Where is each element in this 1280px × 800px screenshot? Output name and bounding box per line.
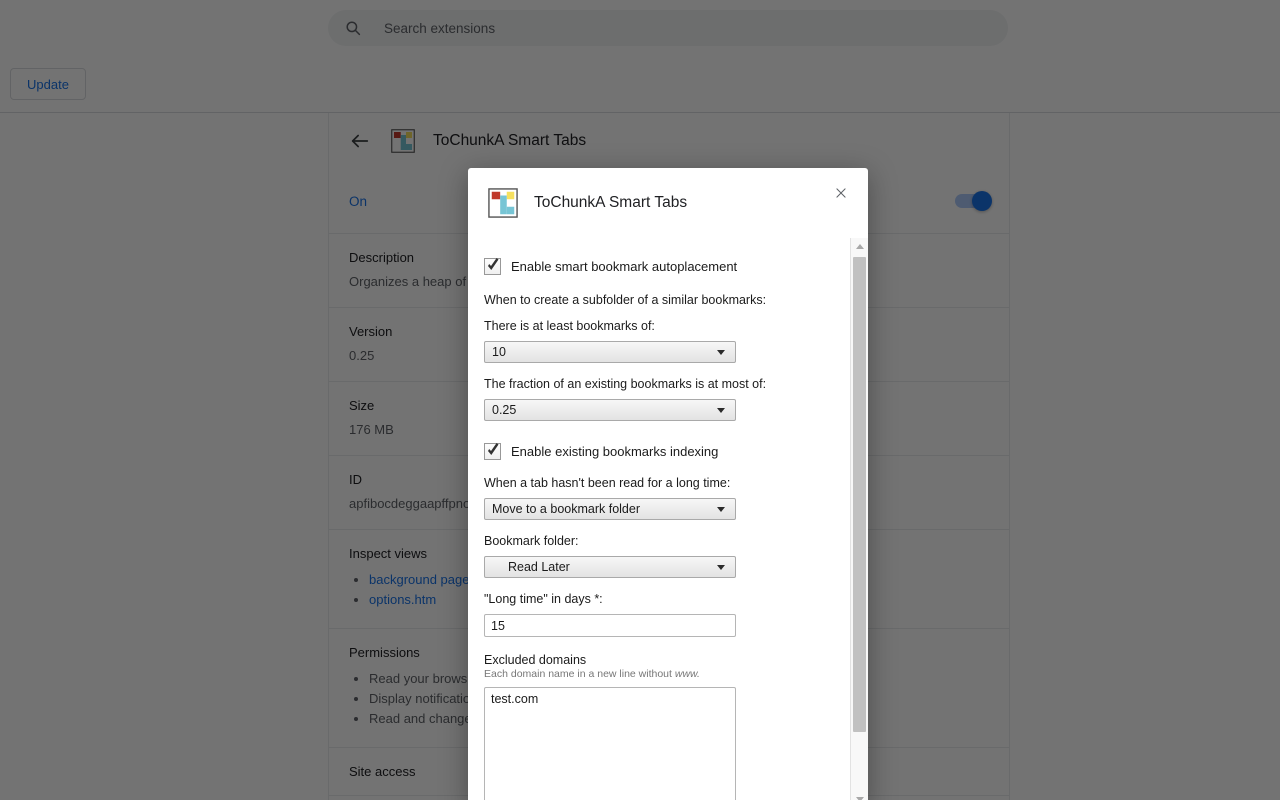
options-body: Enable smart bookmark autoplacement When… — [468, 238, 851, 800]
autoplacement-checkbox-label: Enable smart bookmark autoplacement — [511, 259, 738, 274]
checkmark-icon — [488, 443, 499, 455]
subfolder-heading: When to create a subfolder of a similar … — [484, 293, 767, 307]
chevron-down-icon — [717, 506, 725, 512]
min-bookmarks-label: There is at least bookmarks of: — [484, 319, 655, 333]
excluded-domains-hint-text: Each domain name in a new line without — [484, 668, 675, 680]
max-fraction-label: The fraction of an existing bookmarks is… — [484, 377, 767, 391]
extension-options-dialog: ToChunkA Smart Tabs Enable smart bookmar… — [468, 168, 868, 800]
scrollbar-thumb[interactable] — [853, 257, 866, 732]
options-frame: Enable smart bookmark autoplacement When… — [468, 238, 868, 800]
autoplacement-checkbox[interactable] — [484, 258, 501, 275]
long-time-days-label: "Long time" in days *: — [484, 592, 603, 606]
indexing-checkbox[interactable] — [484, 443, 501, 460]
dialog-header: ToChunkA Smart Tabs — [468, 168, 868, 238]
chevron-down-icon — [717, 349, 725, 355]
scroll-down-arrow-icon[interactable] — [851, 791, 868, 800]
checkmark-icon — [488, 258, 499, 270]
max-fraction-value: 0.25 — [492, 403, 517, 417]
extension-icon — [488, 188, 518, 218]
max-fraction-select[interactable]: 0.25 — [484, 399, 736, 421]
excluded-domains-title: Excluded domains — [484, 653, 587, 667]
bookmark-folder-label: Bookmark folder: — [484, 534, 579, 548]
bookmark-folder-value: Read Later — [508, 560, 570, 574]
chevron-down-icon — [717, 564, 725, 570]
excluded-domains-hint-italic: www. — [674, 668, 700, 680]
excluded-domains-textarea[interactable] — [484, 687, 736, 800]
dialog-title: ToChunkA Smart Tabs — [534, 194, 688, 211]
screen: Update — [0, 0, 1280, 800]
min-bookmarks-value: 10 — [492, 345, 506, 359]
long-time-days-input[interactable] — [484, 614, 736, 637]
autoplacement-checkbox-row[interactable]: Enable smart bookmark autoplacement — [484, 258, 835, 275]
min-bookmarks-select[interactable]: 10 — [484, 341, 736, 363]
options-scrollbar[interactable] — [850, 238, 868, 800]
triangle-up — [855, 244, 864, 249]
excluded-domains-hint: Each domain name in a new line without w… — [484, 668, 835, 680]
stale-tab-select[interactable]: Move to a bookmark folder — [484, 498, 736, 520]
stale-tab-label: When a tab hasn't been read for a long t… — [484, 476, 731, 490]
stale-tab-value: Move to a bookmark folder — [492, 502, 640, 516]
indexing-checkbox-row[interactable]: Enable existing bookmarks indexing — [484, 443, 835, 460]
scroll-up-arrow-icon[interactable] — [851, 238, 868, 255]
bookmark-folder-select[interactable]: Read Later — [484, 556, 736, 578]
indexing-checkbox-label: Enable existing bookmarks indexing — [511, 444, 719, 459]
chevron-down-icon — [717, 407, 725, 413]
close-icon[interactable] — [828, 180, 854, 206]
